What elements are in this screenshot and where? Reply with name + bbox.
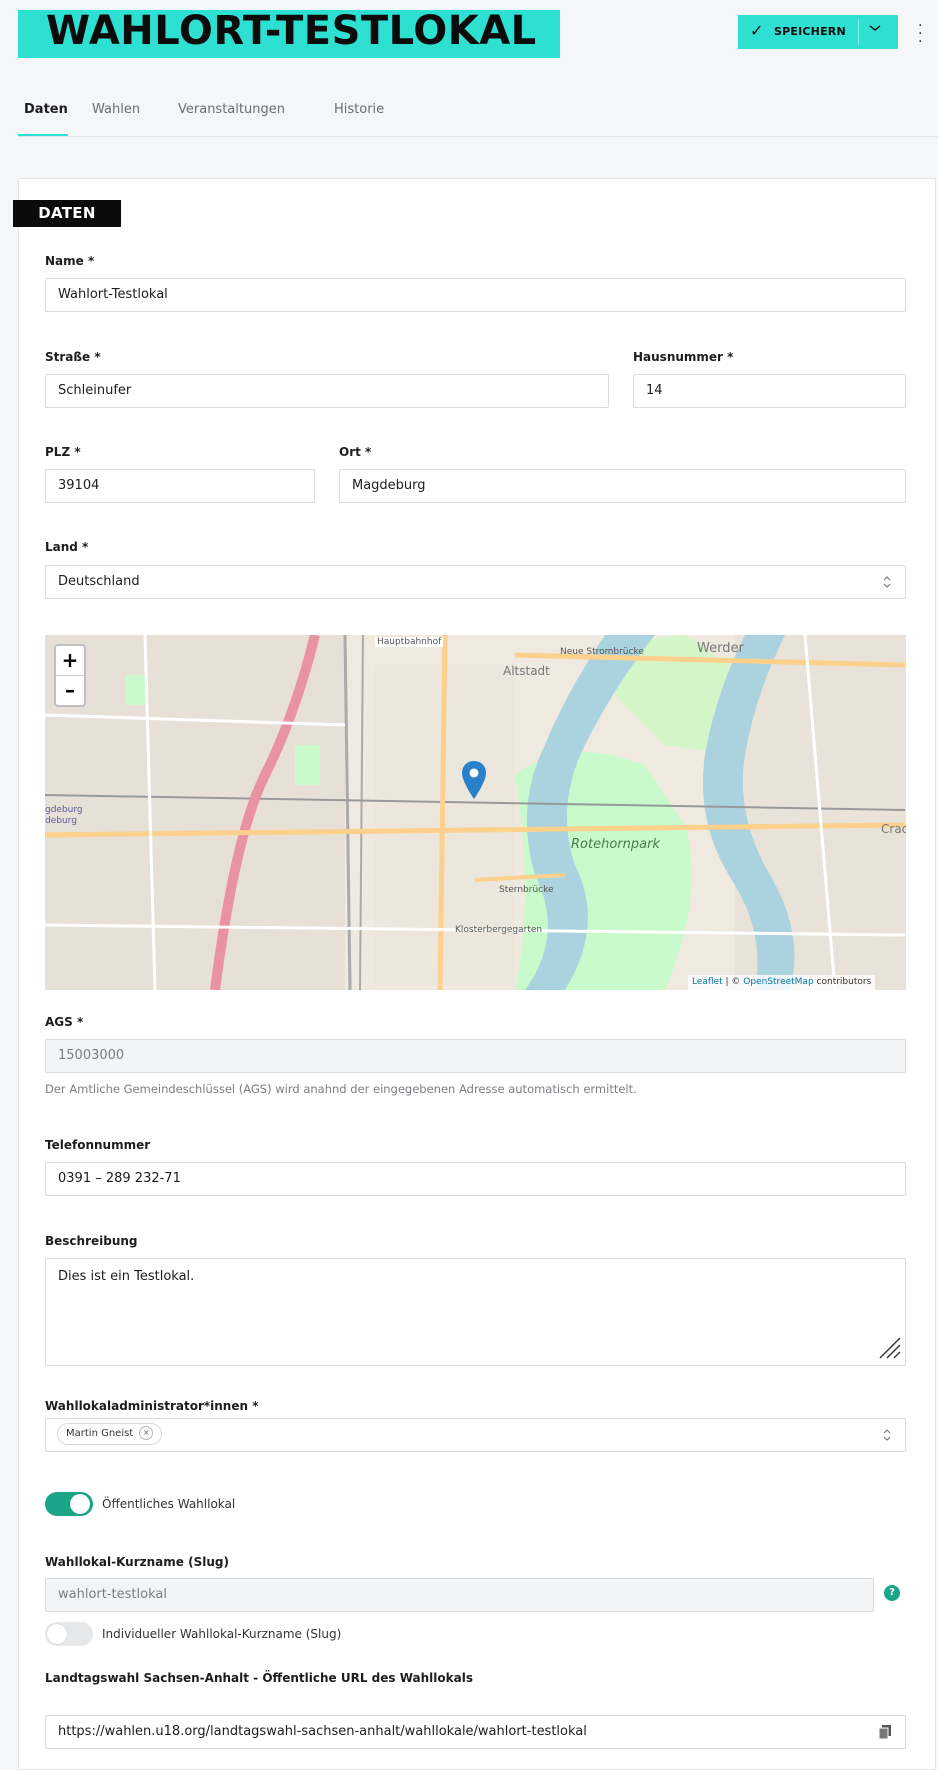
save-button[interactable]: ✓ SPEICHERN bbox=[738, 15, 898, 49]
ags-label: AGS * bbox=[45, 1015, 84, 1029]
location-map[interactable]: Hauptbahnhof Neue Strombrücke Werder Alt… bbox=[45, 635, 906, 990]
tab-historie[interactable]: Historie bbox=[334, 102, 384, 117]
leaflet-link[interactable]: Leaflet bbox=[692, 977, 723, 987]
description-textarea[interactable]: Dies ist ein Testlokal. bbox=[45, 1258, 906, 1366]
public-url-input[interactable]: https://wahlen.u18.org/landtagswahl-sach… bbox=[45, 1715, 906, 1749]
tab-daten[interactable]: Daten bbox=[24, 102, 68, 117]
phone-input[interactable]: 0391 – 289 232-71 bbox=[45, 1162, 906, 1196]
zoom-in-button[interactable]: + bbox=[56, 646, 84, 675]
tab-wahlen[interactable]: Wahlen bbox=[92, 102, 140, 117]
tab-bar: Daten Wahlen Veranstaltungen Historie bbox=[18, 92, 938, 137]
ags-helper-text: Der Amtliche Gemeindeschlüssel (AGS) wir… bbox=[45, 1082, 637, 1096]
map-label-rotehornpark: Rotehornpark bbox=[571, 837, 660, 852]
country-select[interactable]: Deutschland bbox=[45, 565, 906, 599]
copy-icon[interactable] bbox=[878, 1724, 892, 1744]
ags-input: 15003000 bbox=[45, 1039, 906, 1073]
zoom-out-button[interactable]: – bbox=[56, 675, 84, 705]
map-label-sternbruecke: Sternbrücke bbox=[499, 885, 554, 895]
city-input[interactable]: Magdeburg bbox=[339, 469, 906, 503]
public-toggle-label: Öffentliches Wahllokal bbox=[102, 1497, 236, 1511]
check-icon: ✓ bbox=[750, 21, 764, 40]
section-title: DATEN bbox=[13, 200, 121, 227]
custom-slug-toggle[interactable] bbox=[45, 1622, 93, 1646]
zip-label: PLZ * bbox=[45, 445, 81, 459]
name-label: Name * bbox=[45, 254, 95, 268]
city-label: Ort * bbox=[339, 445, 372, 459]
help-icon[interactable]: ? bbox=[884, 1585, 900, 1601]
phone-label: Telefonnummer bbox=[45, 1138, 151, 1152]
map-attribution: Leaflet | © OpenStreetMap contributors bbox=[688, 975, 876, 990]
map-label-werder: Werder bbox=[697, 641, 744, 656]
select-arrows-icon bbox=[882, 1427, 892, 1444]
map-zoom-control: + – bbox=[54, 644, 86, 707]
admin-chip[interactable]: Martin Gneist × bbox=[57, 1423, 163, 1445]
street-label: Straße * bbox=[45, 350, 101, 364]
custom-slug-toggle-label: Individueller Wahllokal-Kurzname (Slug) bbox=[102, 1627, 342, 1641]
slug-label: Wahllokal-Kurzname (Slug) bbox=[45, 1555, 229, 1569]
remove-chip-icon[interactable]: × bbox=[139, 1426, 154, 1440]
map-tiles bbox=[45, 635, 906, 990]
active-tab-indicator bbox=[18, 134, 68, 136]
admins-select[interactable] bbox=[45, 1418, 906, 1452]
map-label-magdeburg-2: deburg bbox=[45, 816, 77, 826]
toggle-knob bbox=[70, 1494, 90, 1514]
house-number-input[interactable]: 14 bbox=[633, 374, 906, 408]
map-label-cracau: Crac bbox=[881, 822, 906, 836]
public-toggle[interactable] bbox=[45, 1492, 93, 1516]
toggle-knob bbox=[47, 1624, 67, 1644]
map-label-hauptbahnhof: Hauptbahnhof bbox=[375, 637, 444, 647]
street-input[interactable]: Schleinufer bbox=[45, 374, 609, 408]
attribution-tail: contributors bbox=[813, 977, 872, 987]
save-button-label: SPEICHERN bbox=[774, 25, 846, 38]
map-label-klosterbergegarten: Klosterbergegarten bbox=[455, 925, 543, 935]
slug-input: wahlort-testlokal bbox=[45, 1578, 874, 1612]
admin-chip-label: Martin Gneist bbox=[66, 1428, 134, 1439]
house-number-label: Hausnummer * bbox=[633, 350, 734, 364]
map-marker-icon[interactable] bbox=[462, 761, 486, 799]
select-arrows-icon bbox=[882, 574, 892, 591]
page-title-banner: WAHLORT-TESTLOKAL bbox=[18, 8, 560, 58]
attribution-separator: | © bbox=[722, 977, 744, 987]
description-label: Beschreibung bbox=[45, 1234, 138, 1248]
public-url-label: Landtagswahl Sachsen-Anhalt - Öffentlich… bbox=[45, 1671, 473, 1685]
name-input[interactable]: Wahlort-Testlokal bbox=[45, 278, 906, 312]
map-label-altstadt: Altstadt bbox=[503, 664, 550, 678]
country-label: Land * bbox=[45, 540, 89, 554]
page-title: WAHLORT-TESTLOKAL bbox=[46, 8, 537, 54]
map-label-magdeburg-1: gdeburg bbox=[45, 805, 83, 815]
resize-handle-icon[interactable] bbox=[876, 1334, 902, 1364]
kebab-menu-icon[interactable]: · · · bbox=[918, 19, 922, 49]
save-button-divider bbox=[858, 19, 859, 45]
zip-input[interactable]: 39104 bbox=[45, 469, 315, 503]
map-label-neue-strombruecke: Neue Strombrücke bbox=[560, 647, 644, 657]
chevron-down-icon[interactable] bbox=[868, 21, 882, 37]
tab-veranstaltungen[interactable]: Veranstaltungen bbox=[178, 102, 285, 117]
osm-link[interactable]: OpenStreetMap bbox=[743, 977, 813, 987]
admins-label: Wahllokaladministrator*innen * bbox=[45, 1399, 259, 1413]
